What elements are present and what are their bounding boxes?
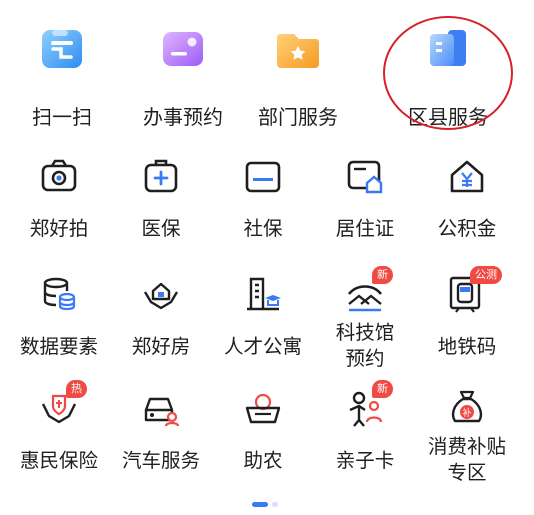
housing-fund-icon: [450, 160, 484, 193]
grid-item-rencaigongyu[interactable]: 人才公寓: [210, 268, 316, 378]
top-services-row: 扫一扫 办事预约 部门服务 区县服务: [0, 0, 534, 140]
money-bag-icon: 补: [451, 390, 483, 423]
scan-icon: [42, 30, 82, 68]
page-indicator-active[interactable]: [252, 502, 268, 507]
grid-item-label: 公积金: [437, 217, 497, 240]
grid-item-label: 专区: [447, 461, 487, 484]
grid-item-shebao[interactable]: 社保: [210, 150, 316, 260]
talent-apartment-icon: [247, 277, 281, 311]
grid-item-qinzika[interactable]: 新 亲子卡: [312, 380, 418, 492]
car-service-icon: [144, 397, 180, 427]
grid-item-zhenghaopai[interactable]: 郑好拍: [6, 150, 112, 260]
beta-badge: 公测: [470, 266, 502, 284]
new-badge: 新: [372, 380, 393, 398]
top-item-district[interactable]: 区县服务: [386, 18, 506, 129]
grid-item-shujuyaosu[interactable]: 数据要素: [6, 268, 112, 378]
grid-item-label: 汽车服务: [121, 449, 200, 472]
top-item-scan[interactable]: 扫一扫: [0, 18, 120, 129]
grid-item-label: 郑好拍: [29, 217, 89, 240]
camera-icon: [41, 159, 77, 192]
hot-badge: 热: [66, 380, 87, 398]
grid-item-kejiguan[interactable]: 新 科技馆 预约: [312, 266, 418, 378]
page-indicator-inactive[interactable]: [272, 502, 278, 507]
grid-item-gongjijin[interactable]: 公积金: [414, 150, 520, 260]
top-item-label: 区县服务: [408, 105, 488, 129]
grid-item-label: 人才公寓: [223, 335, 302, 358]
top-item-label: 部门服务: [258, 105, 338, 129]
grid-item-label: 医保: [141, 217, 181, 240]
appointment-card-icon: [163, 32, 203, 66]
grid-item-label: 预约: [345, 347, 385, 370]
residence-permit-icon: [347, 160, 383, 194]
grid-item-label: 社保: [243, 217, 283, 240]
top-item-label: 办事预约: [143, 105, 223, 129]
grid-item-label: 助农: [243, 449, 283, 472]
grid-item-zhunong[interactable]: 助农: [210, 382, 316, 492]
grid-item-xiaofeibutie[interactable]: 补 消费补贴 专区: [414, 382, 520, 492]
grid-item-label: 惠民保险: [19, 449, 98, 472]
social-security-card-icon: [245, 161, 281, 193]
grid-item-label: 消费补贴: [427, 435, 506, 458]
svg-text:补: 补: [462, 407, 471, 419]
grid-item-label: 郑好房: [131, 335, 191, 358]
department-folder-icon: [277, 34, 319, 68]
new-badge: 新: [372, 266, 393, 284]
medical-kit-icon: [144, 159, 178, 193]
grid-item-label: 数据要素: [19, 335, 98, 358]
top-item-appointment[interactable]: 办事预约: [121, 18, 241, 129]
database-icon: [43, 277, 76, 311]
grid-item-huiminbaoxian[interactable]: 热 惠民保险: [6, 380, 112, 492]
grid-item-label: 地铁码: [437, 335, 497, 358]
district-building-icon: [430, 30, 466, 66]
grid-item-zhenghaofang[interactable]: 郑好房: [108, 268, 214, 378]
grid-item-label: 科技馆: [335, 321, 395, 344]
grid-item-yibao[interactable]: 医保: [108, 150, 214, 260]
top-item-label: 扫一扫: [32, 105, 92, 129]
top-item-department[interactable]: 部门服务: [236, 18, 356, 129]
house-hands-icon: [143, 282, 179, 310]
grid-item-qichefuwu[interactable]: 汽车服务: [108, 382, 214, 492]
grid-item-label: 居住证: [335, 217, 395, 240]
grid-item-ditiema[interactable]: 公测 地铁码: [414, 266, 520, 378]
farm-basket-icon: [245, 393, 281, 424]
grid-item-juzhuzheng[interactable]: 居住证: [312, 150, 418, 260]
grid-item-label: 亲子卡: [335, 449, 395, 472]
